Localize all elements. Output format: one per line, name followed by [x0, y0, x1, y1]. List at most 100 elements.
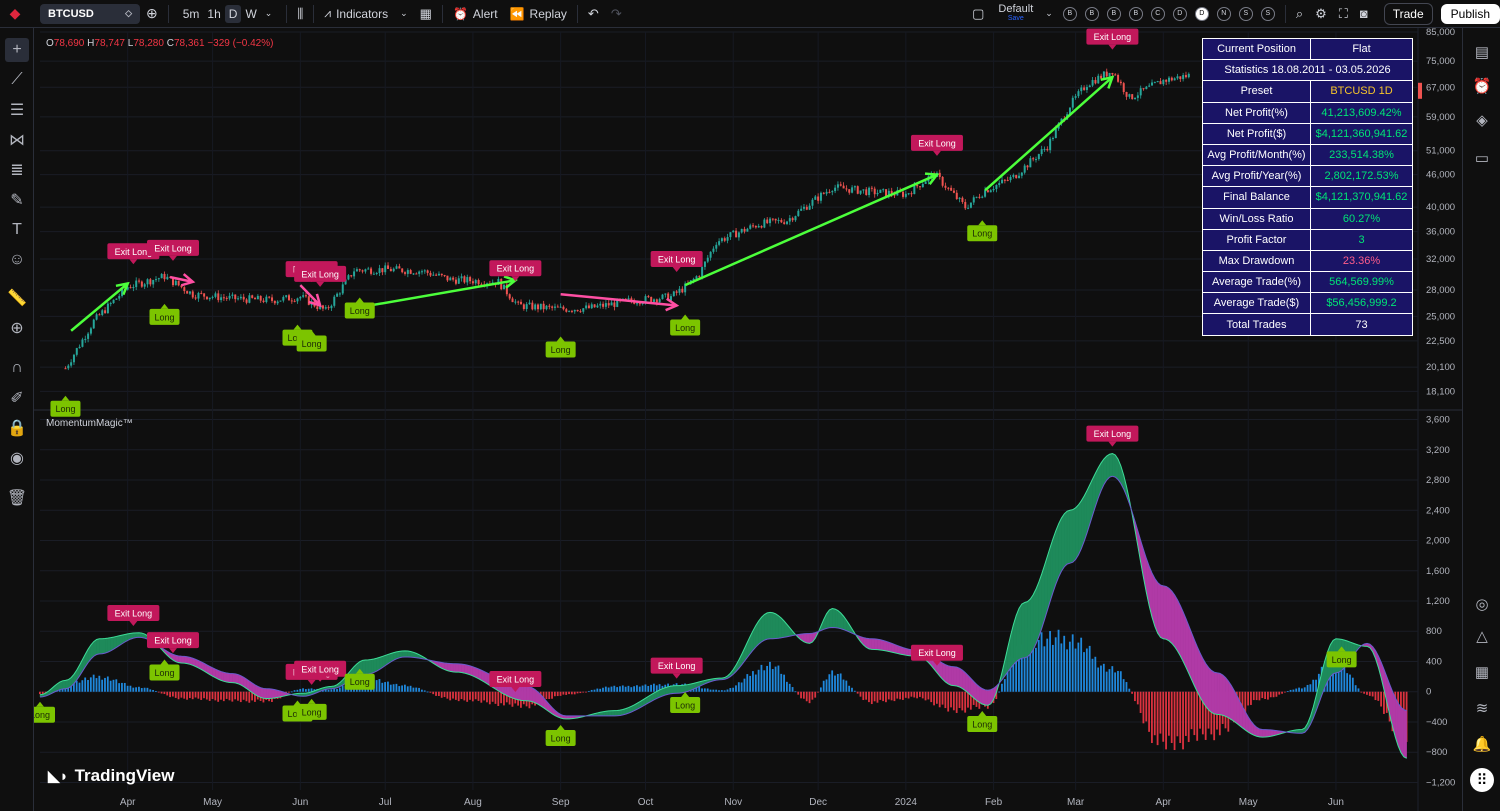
candle-body [251, 295, 254, 298]
gear-icon[interactable]: ⚙ [1309, 0, 1333, 28]
momentum-fill [1397, 702, 1402, 753]
candle-body [234, 294, 237, 300]
pill-7[interactable]: N [1216, 6, 1231, 21]
camera-icon[interactable]: ◙ [1354, 0, 1374, 28]
compare-icon[interactable]: ⊕ [140, 0, 164, 28]
histogram-bar [1001, 683, 1003, 692]
undo-icon[interactable]: ↶ [582, 0, 605, 28]
histogram-bar [907, 691, 910, 699]
lock-drawing-icon[interactable]: ✐ [5, 386, 29, 410]
text-icon[interactable]: T [5, 218, 29, 242]
lock-icon[interactable]: 🔒 [5, 416, 29, 440]
eye-icon[interactable]: ◉ [5, 446, 29, 470]
separator [576, 4, 578, 23]
momentum-fill [1112, 453, 1116, 478]
stat-value: BTCUSD 1D [1310, 80, 1413, 103]
indicators-button[interactable]: ⩘ Indicators ⌄ [318, 0, 413, 28]
candle-body [590, 304, 593, 309]
watchlist-icon[interactable]: ▤ [1470, 40, 1494, 64]
histogram-bar [1255, 691, 1258, 701]
bar-style-icon[interactable]: ⫼ [291, 0, 309, 28]
histogram-bar [930, 691, 933, 703]
publish-button[interactable]: Publish [1440, 3, 1500, 24]
chevron-down-icon[interactable]: ⌄ [261, 8, 277, 19]
histogram-bar [488, 691, 491, 705]
histogram-bar [242, 691, 245, 700]
symbol-search[interactable]: BTCUSD ◇ [40, 3, 140, 24]
pill-9[interactable]: S [1260, 6, 1275, 21]
parallel-channel-icon[interactable]: ☰ [5, 98, 29, 122]
pill-0[interactable]: B [1062, 6, 1077, 21]
pill-5[interactable]: D [1172, 6, 1187, 21]
separator [313, 4, 315, 23]
histogram-bar [938, 691, 941, 708]
pill-4[interactable]: C [1150, 6, 1165, 21]
layout-button[interactable]: Default Save [990, 0, 1041, 28]
candle-body [327, 307, 330, 309]
search-icon[interactable]: ⌕ [1290, 0, 1309, 28]
candle-body [1029, 158, 1032, 168]
chevron-down-icon[interactable]: ⌄ [1041, 0, 1057, 28]
ruler-icon[interactable]: 📏 [5, 286, 29, 310]
chat-icon[interactable]: ▭ [1470, 146, 1494, 170]
timeframe-d[interactable]: D [224, 4, 242, 23]
histogram-bar [296, 689, 299, 692]
replay-button[interactable]: ⏪ Replay [504, 0, 573, 28]
pattern-icon[interactable]: ⋈ [5, 128, 29, 152]
trash-icon[interactable]: 🗑 [5, 486, 29, 510]
histogram-bar [115, 679, 118, 692]
histogram-bar [39, 691, 41, 695]
brush-icon[interactable]: ✎ [5, 188, 29, 212]
histogram-bar [777, 665, 780, 692]
apps-grid-icon[interactable]: ⠿ [1470, 768, 1494, 792]
alert-button[interactable]: ⏰ Alert [447, 0, 504, 28]
app-logo-icon[interactable]: ◆ [0, 0, 30, 28]
templates-icon[interactable]: ▦ [414, 0, 438, 28]
pill-1[interactable]: B [1084, 6, 1099, 21]
marker-label: Exit Long [301, 269, 339, 279]
candle-body [520, 301, 523, 305]
broadcast-icon[interactable]: ≋ [1470, 696, 1494, 720]
candle-body [290, 300, 293, 302]
candle-body [950, 187, 953, 191]
emoji-icon[interactable]: ☺ [5, 248, 29, 272]
candle-body [1001, 179, 1004, 184]
layout-square-icon[interactable]: ▢ [966, 0, 990, 28]
candle-body [477, 280, 480, 285]
candle-body [862, 189, 865, 191]
layers-icon[interactable]: ◈ [1470, 108, 1494, 132]
fib-icon[interactable]: ≣ [5, 158, 29, 182]
crosshair-icon[interactable]: + [5, 38, 29, 62]
magnet-icon[interactable]: ∩ [5, 356, 29, 380]
trend-line-icon[interactable]: ⟋ [5, 68, 29, 92]
histogram-bar [596, 688, 599, 692]
histogram-bar [157, 691, 160, 693]
timeframe-5m[interactable]: 5m [179, 7, 204, 21]
alerts-clock-icon[interactable]: ⏰ [1470, 74, 1494, 98]
candle-body [995, 184, 998, 189]
separator [286, 4, 288, 23]
bell-icon[interactable]: 🔔 [1470, 732, 1494, 756]
pill-3[interactable]: B [1128, 6, 1143, 21]
target-icon[interactable]: ◎ [1470, 592, 1494, 616]
indicator-title[interactable]: MomentumMagic™ [46, 418, 133, 429]
histogram-bar [109, 680, 112, 692]
candle-body [814, 196, 817, 200]
candle-body [1111, 72, 1114, 75]
candle-body [200, 292, 203, 294]
pill-6[interactable]: D [1194, 6, 1209, 21]
histogram-bar [474, 691, 477, 700]
histogram-bar [638, 686, 641, 692]
momentum-fill [1160, 584, 1164, 640]
timeframe-w[interactable]: W [241, 7, 260, 21]
candle-body [1170, 77, 1173, 81]
pill-8[interactable]: S [1238, 6, 1253, 21]
zoom-in-icon[interactable]: ⊕ [5, 316, 29, 340]
calendar-icon[interactable]: ▦ [1470, 660, 1494, 684]
ideas-icon[interactable]: △ [1470, 624, 1494, 648]
timeframe-1h[interactable]: 1h [203, 7, 224, 21]
candle-body [440, 273, 443, 276]
trade-button[interactable]: Trade [1383, 2, 1433, 25]
pill-2[interactable]: B [1106, 6, 1121, 21]
fullscreen-icon[interactable]: ⛶ [1333, 0, 1354, 28]
